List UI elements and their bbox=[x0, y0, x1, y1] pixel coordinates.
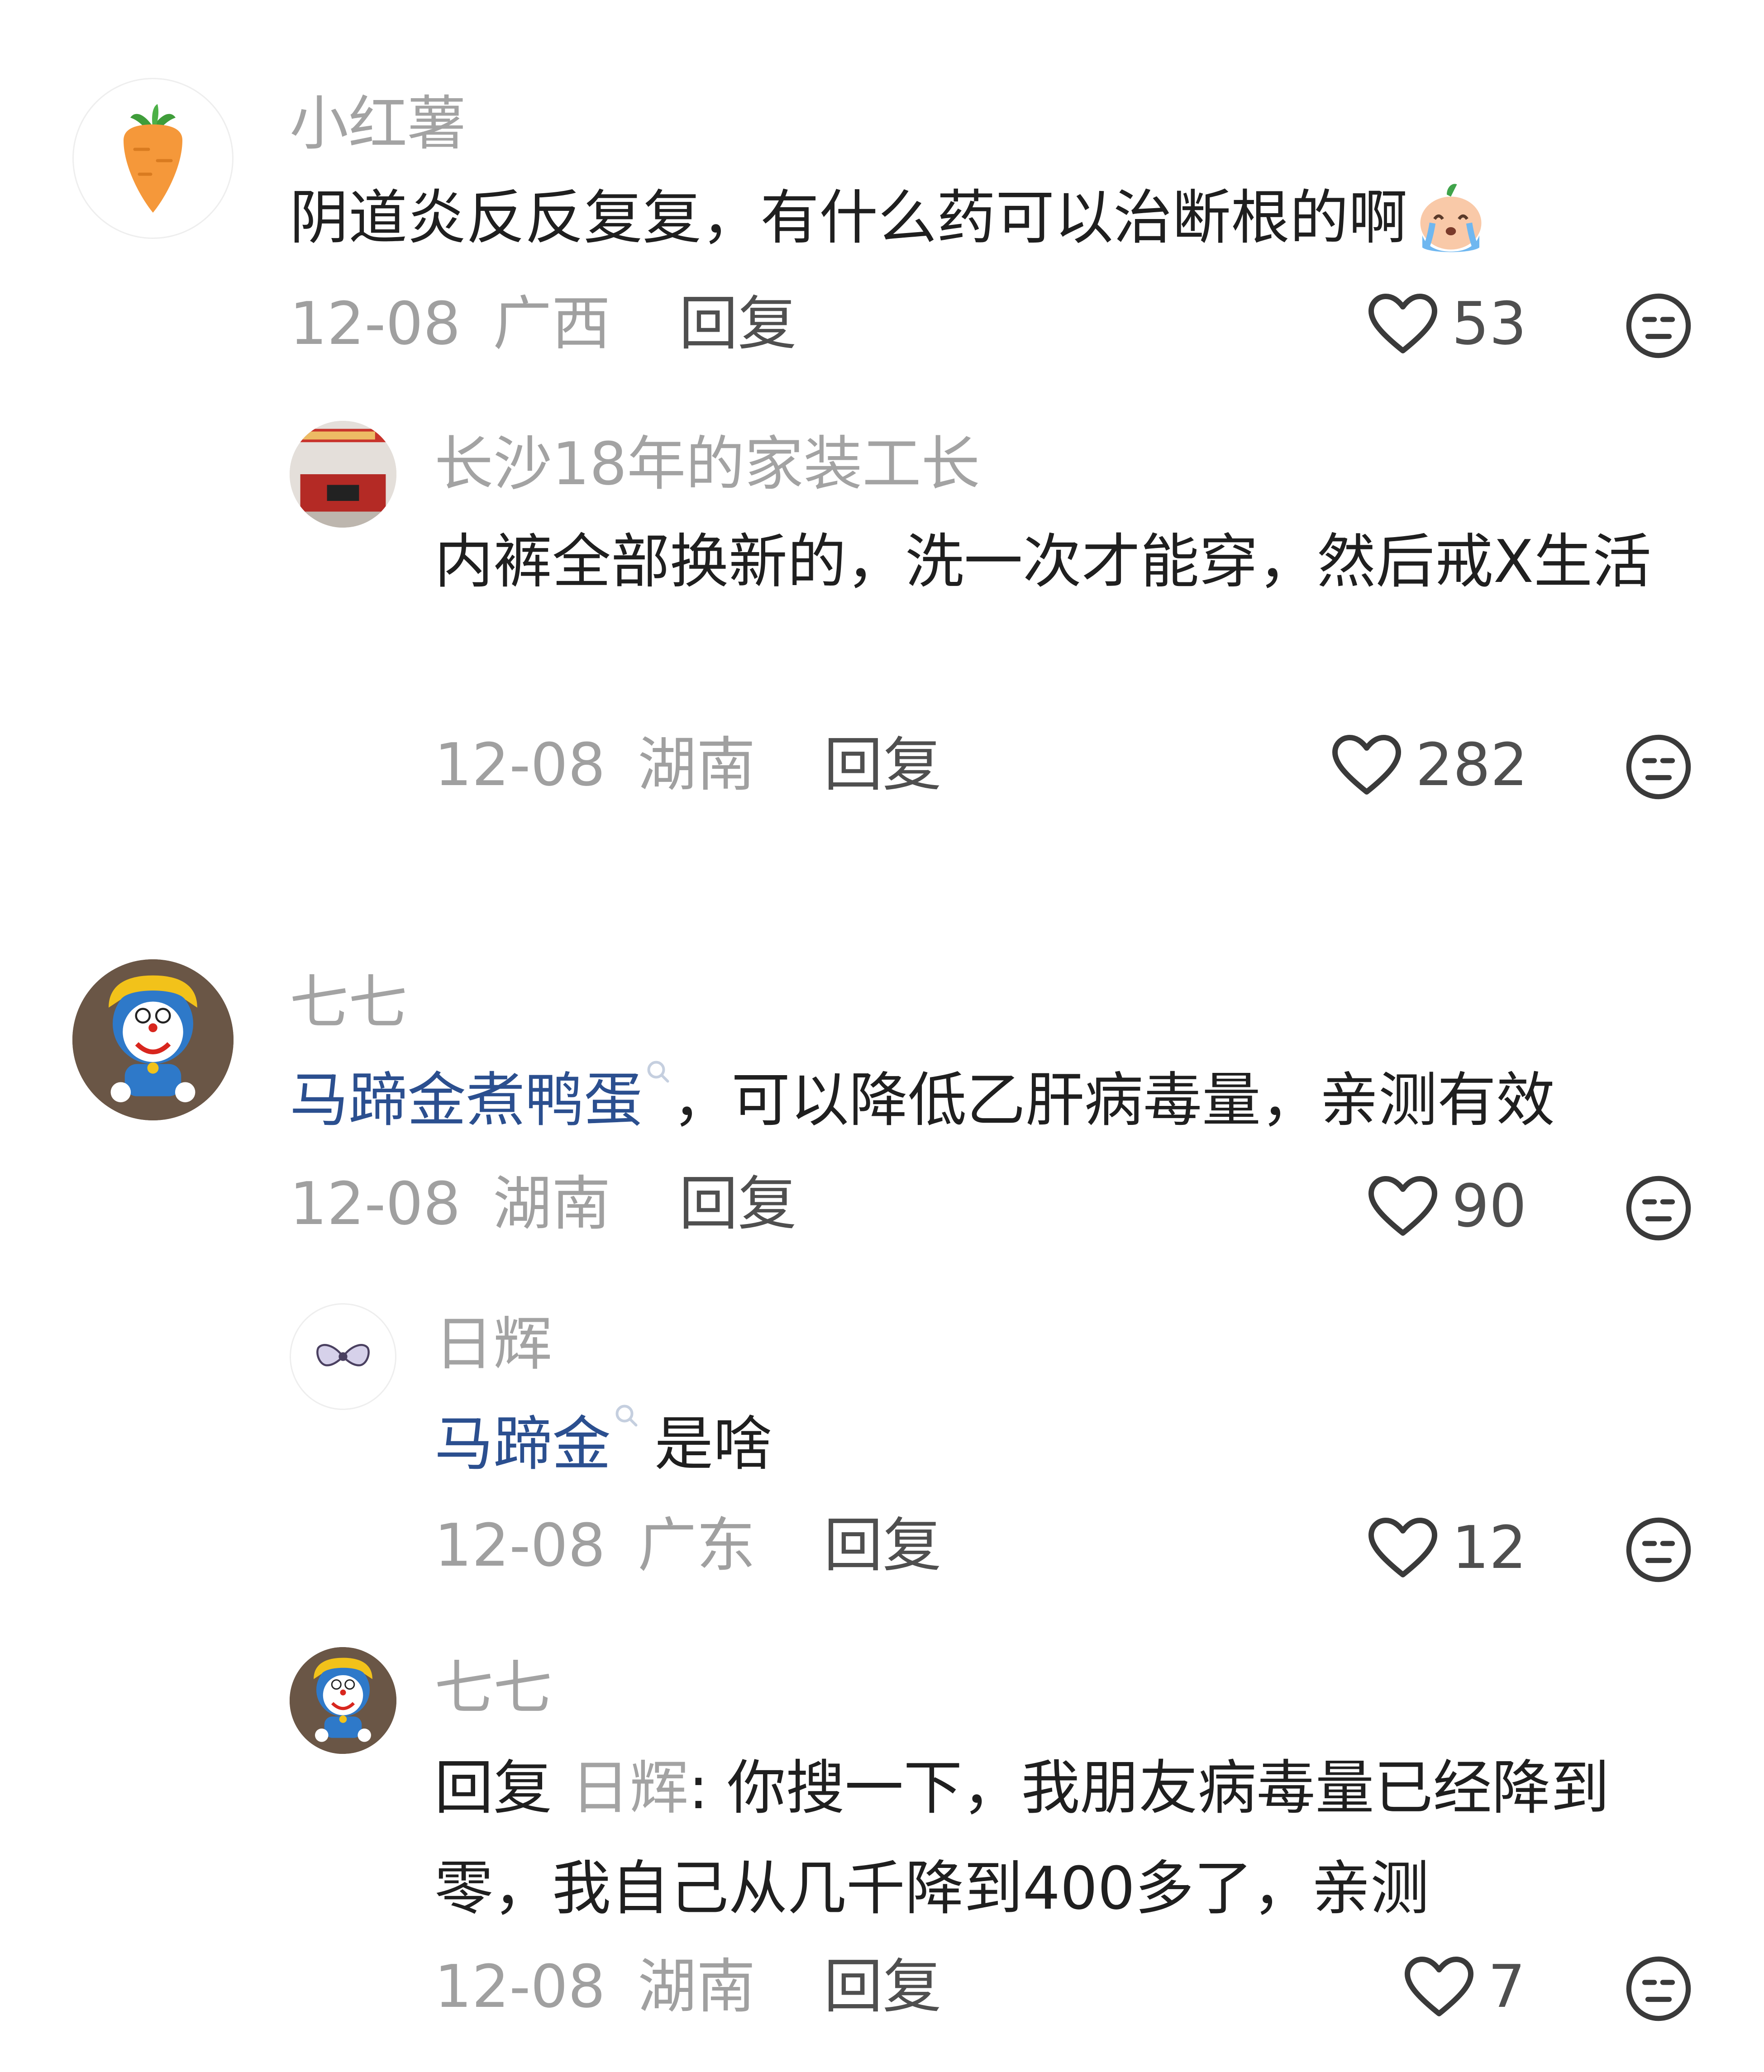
search-icon[interactable] bbox=[614, 1403, 641, 1430]
like-button[interactable]: 7 bbox=[1403, 1955, 1526, 2018]
search-keyword-link[interactable]: 马蹄金煮鸭蛋 bbox=[290, 1066, 643, 1134]
like-count: 7 bbox=[1488, 1952, 1526, 2021]
like-count: 282 bbox=[1416, 730, 1528, 799]
reply-button[interactable]: 回复 bbox=[824, 1952, 941, 2021]
dislike-icon[interactable] bbox=[1625, 292, 1692, 360]
comment-location: 湖南 bbox=[638, 730, 756, 799]
comment-body: 阴道炎反反复复，有什么药可以治断根的啊 bbox=[290, 183, 1408, 252]
reply-mention[interactable]: 日辉 bbox=[571, 1753, 688, 1822]
carrot-icon bbox=[124, 104, 182, 213]
comment-body: ，可以降低乙肝病毒量，亲测有效 bbox=[672, 1066, 1555, 1134]
comment-meta: 12-08 湖南 回复 bbox=[434, 1957, 941, 2016]
comment-meta: 12-08 广东 回复 bbox=[434, 1516, 941, 1575]
avatar[interactable] bbox=[290, 1303, 396, 1410]
comment-meta: 12-08 湖南 回复 bbox=[434, 735, 941, 794]
like-button[interactable]: 282 bbox=[1330, 733, 1528, 796]
comment-username[interactable]: 小红薯 bbox=[290, 94, 466, 153]
doraemon-avatar-icon bbox=[72, 959, 234, 1120]
comment-meta: 12-08 湖南 回复 bbox=[290, 1174, 796, 1233]
comment-text: 马蹄金煮鸭蛋 ，可以降低乙肝病毒量，亲测有效 bbox=[290, 1050, 1715, 1150]
like-count: 90 bbox=[1452, 1172, 1527, 1240]
like-count: 53 bbox=[1452, 289, 1527, 358]
comment-date: 12-08 bbox=[434, 1952, 605, 2021]
heart-icon bbox=[1330, 733, 1403, 796]
avatar[interactable] bbox=[290, 421, 396, 528]
doraemon-avatar-icon bbox=[290, 1647, 396, 1754]
avatar[interactable] bbox=[290, 1647, 396, 1754]
photo-avatar-icon bbox=[290, 421, 396, 528]
crying-emoji-icon bbox=[1420, 184, 1482, 252]
heart-icon bbox=[1367, 1516, 1439, 1579]
avatar[interactable] bbox=[72, 78, 234, 239]
comment-date: 12-08 bbox=[290, 289, 461, 358]
search-keyword-link[interactable]: 马蹄金 bbox=[434, 1410, 611, 1478]
like-count: 12 bbox=[1452, 1513, 1527, 1582]
dislike-icon[interactable] bbox=[1625, 733, 1692, 801]
heart-icon bbox=[1367, 1174, 1439, 1238]
reply-prefix: 回复 bbox=[434, 1753, 553, 1822]
comment-location: 湖南 bbox=[493, 1169, 611, 1238]
reply-button[interactable]: 回复 bbox=[679, 289, 796, 358]
comment-username[interactable]: 七七 bbox=[434, 1658, 552, 1717]
comment-location: 湖南 bbox=[638, 1952, 756, 2021]
avatar[interactable] bbox=[72, 959, 234, 1120]
like-button[interactable]: 90 bbox=[1367, 1174, 1526, 1238]
search-icon[interactable] bbox=[645, 1059, 672, 1086]
dislike-icon[interactable] bbox=[1625, 1516, 1692, 1584]
comment-location: 广东 bbox=[638, 1511, 756, 1580]
like-button[interactable]: 12 bbox=[1367, 1516, 1526, 1579]
like-button[interactable]: 53 bbox=[1367, 292, 1526, 355]
dislike-icon[interactable] bbox=[1625, 1174, 1692, 1242]
comment-text: 回复 日辉: 你搜一下，我朋友病毒量已经降到零，我自己从几千降到400多了，亲测 bbox=[434, 1738, 1702, 1939]
comment-date: 12-08 bbox=[434, 730, 605, 799]
comment-body: 是啥 bbox=[654, 1410, 772, 1478]
comment-location: 广西 bbox=[493, 289, 611, 358]
comment-username[interactable]: 长沙18年的家装工长 bbox=[434, 434, 980, 493]
heart-icon bbox=[1403, 1955, 1475, 2018]
comment-date: 12-08 bbox=[434, 1511, 605, 1580]
dislike-icon[interactable] bbox=[1625, 1955, 1692, 2023]
reply-button[interactable]: 回复 bbox=[824, 1511, 941, 1580]
comment-date: 12-08 bbox=[290, 1169, 461, 1238]
comment-username[interactable]: 七七 bbox=[290, 973, 407, 1032]
reply-button[interactable]: 回复 bbox=[679, 1169, 796, 1238]
comment-username[interactable]: 日辉 bbox=[434, 1315, 552, 1373]
comment-meta: 12-08 广西 回复 bbox=[290, 294, 796, 353]
comment-text: 阴道炎反反复复，有什么药可以治断根的啊 bbox=[290, 167, 1715, 268]
comment-text: 马蹄金 是啥 bbox=[434, 1394, 1692, 1494]
bow-icon bbox=[316, 1344, 370, 1367]
heart-icon bbox=[1367, 292, 1439, 355]
comment-text: 内裤全部换新的，洗一次才能穿，然后戒X生活 bbox=[434, 527, 1652, 596]
reply-button[interactable]: 回复 bbox=[824, 730, 941, 799]
